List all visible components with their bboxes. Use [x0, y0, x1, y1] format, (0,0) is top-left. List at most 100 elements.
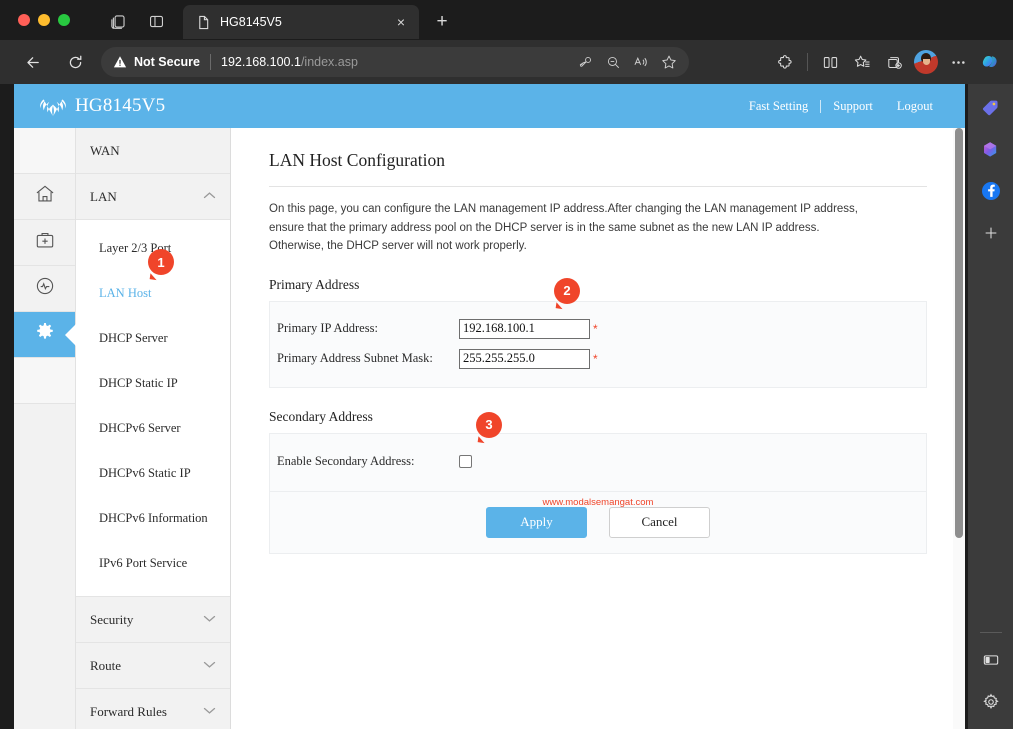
- menu-group-wan[interactable]: WAN: [76, 128, 230, 174]
- shopping-tag-icon[interactable]: [976, 92, 1006, 122]
- page-icon: [195, 14, 211, 30]
- annotation-badge-2: 2: [554, 277, 580, 304]
- url-text: 192.168.100.1/index.asp: [221, 55, 358, 69]
- browser-tab-active[interactable]: HG8145V5 ×: [183, 5, 419, 39]
- router-page-body: WAN LAN Layer 2/3 Port LAN Host 1 DHCP S…: [14, 128, 965, 729]
- menu-group-label-route: Route: [90, 657, 122, 673]
- enable-secondary-address-checkbox[interactable]: [459, 455, 472, 469]
- form-row-subnet-mask: Primary Address Subnet Mask: *: [270, 344, 926, 374]
- tabbar-icon-group: [105, 8, 169, 34]
- extensions-puzzle-icon[interactable]: [770, 47, 800, 77]
- required-asterisk: *: [593, 321, 598, 336]
- window-close-button[interactable]: [18, 14, 30, 26]
- gear-icon: [34, 321, 56, 348]
- menu-group-forward-rules[interactable]: Forward Rules: [76, 689, 230, 729]
- menu-sub-lan: Layer 2/3 Port LAN Host 1 DHCP Server DH…: [76, 220, 230, 597]
- menu-item-label: LAN Host: [99, 286, 152, 300]
- sidebar-item-dhcp-static-ip[interactable]: DHCP Static IP: [76, 361, 230, 406]
- menu-group-lan[interactable]: LAN: [76, 174, 230, 220]
- zoom-out-icon[interactable]: [600, 49, 626, 75]
- router-header-links: Fast Setting Support Logout: [749, 99, 933, 114]
- browser-toolbar-right: [770, 47, 1005, 77]
- sidebar-rail-service[interactable]: [14, 220, 75, 266]
- menu-group-label-forward-rules: Forward Rules: [90, 703, 167, 719]
- page-scrollbar-track[interactable]: [953, 128, 965, 729]
- favorite-star-icon[interactable]: [656, 49, 682, 75]
- sidebar-item-dhcp-server[interactable]: DHCP Server: [76, 316, 230, 361]
- reload-button[interactable]: [60, 47, 90, 77]
- home-icon: [34, 183, 56, 210]
- chevron-down-icon: [203, 660, 216, 672]
- sidebar-rail-advanced[interactable]: [14, 312, 75, 358]
- annotation-badge-3: 3: [476, 411, 502, 438]
- menu-group-route[interactable]: Route: [76, 643, 230, 689]
- toolkit-plus-icon: [34, 229, 56, 256]
- sidebar-item-dhcpv6-server[interactable]: DHCPv6 Server: [76, 406, 230, 451]
- sidebar-rail-home[interactable]: [14, 174, 75, 220]
- sidebar-divider: [979, 632, 1002, 633]
- menu-item-label: IPv6 Port Service: [99, 556, 188, 570]
- sidebar-item-dhcpv6-static-ip[interactable]: DHCPv6 Static IP: [76, 451, 230, 496]
- vertical-tabs-icon[interactable]: [105, 8, 131, 34]
- router-content-area: LAN Host Configuration On this page, you…: [231, 128, 965, 729]
- chevron-down-icon: [203, 706, 216, 718]
- primary-subnet-mask-field[interactable]: [459, 348, 590, 369]
- fast-setting-link[interactable]: Fast Setting: [749, 99, 808, 114]
- profile-avatar[interactable]: [911, 47, 941, 77]
- omnibox-divider: [210, 54, 211, 70]
- favorites-list-icon[interactable]: [847, 47, 877, 77]
- menu-group-label-security: Security: [90, 611, 134, 627]
- not-secure-warning-icon: [113, 55, 127, 69]
- back-button[interactable]: [18, 47, 48, 77]
- sidebar-rail-status[interactable]: [14, 266, 75, 312]
- edge-sidebar: [968, 84, 1013, 729]
- menu-item-label: DHCPv6 Static IP: [99, 466, 191, 480]
- sidebar-item-lan-host[interactable]: LAN Host 1: [76, 249, 230, 316]
- web-page-viewport: HG8145V5 Fast Setting Support Logout WAN…: [14, 84, 965, 729]
- router-menu-column: WAN LAN Layer 2/3 Port LAN Host 1 DHCP S…: [76, 128, 231, 729]
- copilot-icon[interactable]: [975, 47, 1005, 77]
- close-icon[interactable]: ×: [391, 12, 411, 32]
- sidebar-item-dhcpv6-information[interactable]: DHCPv6 Information: [76, 496, 230, 541]
- section-title-secondary-address: Secondary Address: [269, 408, 373, 424]
- sidebar-settings-gear-icon[interactable]: [976, 687, 1006, 717]
- logout-link[interactable]: Logout: [897, 99, 933, 114]
- password-key-icon[interactable]: [572, 49, 598, 75]
- primary-ip-address-label: Primary IP Address:: [277, 321, 378, 336]
- browser-tab-bar: HG8145V5 × +: [0, 0, 1013, 40]
- chevron-down-icon: [203, 614, 216, 626]
- omnibox-actions: [572, 49, 685, 75]
- page-description: On this page, you can configure the LAN …: [269, 203, 858, 253]
- collections-icon[interactable]: [879, 47, 909, 77]
- url-host: 192.168.100.1: [221, 55, 301, 69]
- form-row-primary-ip: Primary IP Address: *: [270, 314, 926, 344]
- page-scrollbar-thumb[interactable]: [955, 128, 963, 538]
- read-aloud-icon[interactable]: [628, 49, 654, 75]
- router-brand: HG8145V5: [40, 95, 165, 117]
- settings-more-icon[interactable]: [943, 47, 973, 77]
- facebook-icon[interactable]: [976, 176, 1006, 206]
- address-bar[interactable]: Not Secure 192.168.100.1/index.asp: [101, 47, 689, 77]
- menu-group-security[interactable]: Security: [76, 597, 230, 643]
- primary-subnet-mask-label: Primary Address Subnet Mask:: [277, 351, 433, 366]
- section-title-primary-address: Primary Address: [269, 276, 360, 292]
- sidebar-panel-toggle-icon[interactable]: [976, 645, 1006, 675]
- new-tab-button[interactable]: +: [430, 10, 454, 34]
- cancel-button[interactable]: Cancel: [609, 506, 710, 538]
- sidebar-item-ipv6-port-service[interactable]: IPv6 Port Service: [76, 541, 230, 586]
- form-row-enable-secondary: Enable Secondary Address:: [270, 447, 926, 477]
- add-sidebar-app-icon[interactable]: [976, 218, 1006, 248]
- split-screen-icon[interactable]: [815, 47, 845, 77]
- support-link[interactable]: Support: [833, 99, 873, 114]
- apply-button[interactable]: Apply: [486, 506, 587, 538]
- page-title: LAN Host Configuration: [269, 150, 927, 187]
- workspaces-icon[interactable]: [143, 8, 169, 34]
- menu-item-label: DHCPv6 Information: [99, 511, 208, 525]
- primary-ip-address-field[interactable]: [459, 318, 590, 339]
- rail-spacer: [14, 128, 75, 174]
- window-minimize-button[interactable]: [38, 14, 50, 26]
- watermark-text: www.modalsemangat.com: [542, 496, 654, 508]
- status-pulse-icon: [34, 275, 56, 302]
- copilot-office-icon[interactable]: [976, 134, 1006, 164]
- window-maximize-button[interactable]: [58, 14, 70, 26]
